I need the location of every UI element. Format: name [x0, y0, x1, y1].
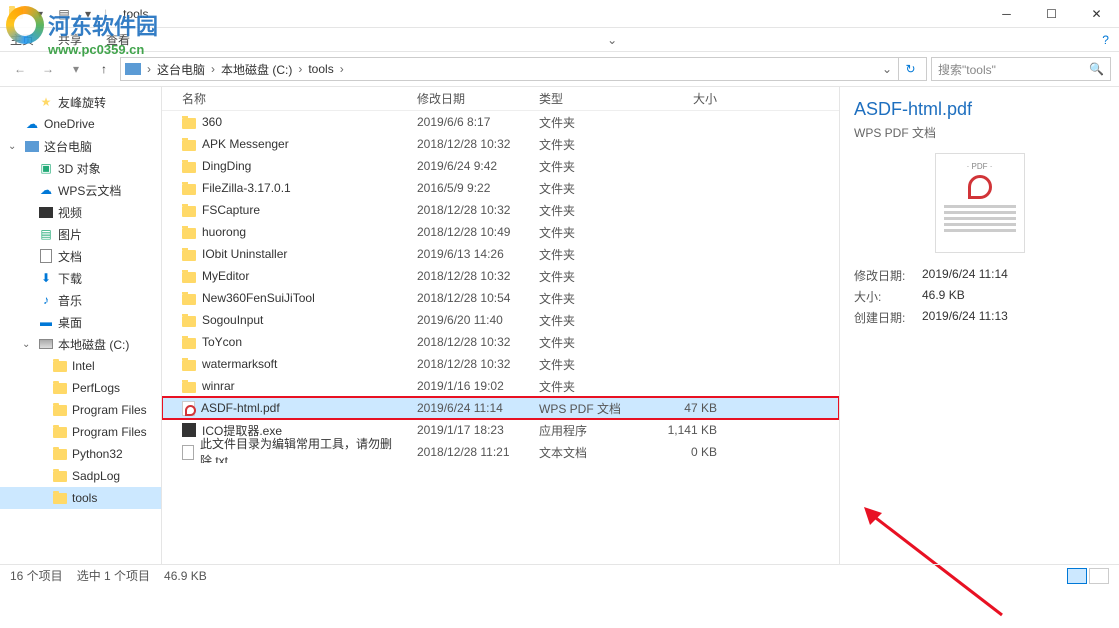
file-row[interactable]: New360FenSuiJiTool2018/12/28 10:54文件夹 — [162, 287, 839, 309]
selection-size: 46.9 KB — [164, 569, 207, 583]
sidebar-item-PerfLogs[interactable]: PerfLogs — [0, 377, 161, 399]
selected-count: 选中 1 个项目 — [77, 567, 150, 584]
status-bar: 16 个项目 选中 1 个项目 46.9 KB — [0, 564, 1119, 586]
sidebar-item-Python32[interactable]: Python32 — [0, 443, 161, 465]
tab-view[interactable]: 查看 — [104, 27, 132, 52]
file-row[interactable]: huorong2018/12/28 10:49文件夹 — [162, 221, 839, 243]
expand-icon[interactable]: ▾ — [32, 6, 48, 22]
back-button[interactable]: ← — [8, 57, 32, 81]
details-view-button[interactable] — [1067, 568, 1087, 584]
close-button[interactable]: ✕ — [1074, 0, 1119, 28]
file-row[interactable]: MyEditor2018/12/28 10:32文件夹 — [162, 265, 839, 287]
sidebar-item-文档[interactable]: 文档 — [0, 245, 161, 267]
column-size[interactable]: 大小 — [657, 90, 727, 107]
file-list: 名称 修改日期 类型 大小 3602019/6/6 8:17文件夹APK Mes… — [162, 87, 839, 564]
search-input[interactable]: 搜索"tools" 🔍 — [931, 57, 1111, 81]
file-row[interactable]: DingDing2019/6/24 9:42文件夹 — [162, 155, 839, 177]
preview-pane: ASDF-html.pdf WPS PDF 文档 · PDF · 修改日期:20… — [839, 87, 1119, 564]
breadcrumb-item[interactable]: 本地磁盘 (C:) — [221, 61, 292, 78]
sidebar-item-Program Files[interactable]: Program Files — [0, 399, 161, 421]
sidebar-item-音乐[interactable]: ♪音乐 — [0, 289, 161, 311]
ribbon-tabs: 主页 共享 查看 ⌄ ? — [0, 28, 1119, 52]
sidebar-item-友峰旋转[interactable]: ★友峰旋转 — [0, 91, 161, 113]
sidebar-item-视频[interactable]: 视频 — [0, 201, 161, 223]
tab-home[interactable]: 主页 — [8, 27, 36, 52]
search-icon[interactable]: 🔍 — [1089, 62, 1104, 76]
sidebar-item-本地磁盘 (C:)[interactable]: ⌄本地磁盘 (C:) — [0, 333, 161, 355]
titlebar: ▾ ▤ ▾ | tools ─ ☐ ✕ — [0, 0, 1119, 28]
address-row: ← → ▾ ↑ › 这台电脑 › 本地磁盘 (C:) › tools › ⌄ ↻… — [0, 52, 1119, 86]
qat-menu-icon[interactable]: ▾ — [80, 6, 96, 22]
column-type[interactable]: 类型 — [539, 90, 657, 107]
file-row[interactable]: winrar2019/1/16 19:02文件夹 — [162, 375, 839, 397]
ribbon-expand-icon[interactable]: ⌄ — [607, 33, 627, 47]
column-headers: 名称 修改日期 类型 大小 — [162, 87, 839, 111]
column-date[interactable]: 修改日期 — [417, 90, 539, 107]
file-row[interactable]: IObit Uninstaller2019/6/13 14:26文件夹 — [162, 243, 839, 265]
help-icon[interactable]: ? — [1102, 33, 1119, 47]
sidebar-item-桌面[interactable]: ▬桌面 — [0, 311, 161, 333]
tab-share[interactable]: 共享 — [56, 27, 84, 52]
refresh-icon[interactable]: ↻ — [898, 58, 922, 80]
navigation-pane: ★友峰旋转☁OneDrive⌄这台电脑▣3D 对象☁WPS云文档视频▤图片文档⬇… — [0, 87, 162, 564]
preview-title: ASDF-html.pdf — [854, 99, 1105, 120]
sidebar-item-OneDrive[interactable]: ☁OneDrive — [0, 113, 161, 135]
preview-metadata: 修改日期:2019/6/24 11:14大小:46.9 KB创建日期:2019/… — [854, 267, 1105, 326]
file-row[interactable]: 此文件目录为编辑常用工具，请勿删除.txt2018/12/28 11:21文本文… — [162, 441, 839, 463]
item-count: 16 个项目 — [10, 567, 63, 584]
minimize-button[interactable]: ─ — [984, 0, 1029, 28]
sidebar-item-下载[interactable]: ⬇下载 — [0, 267, 161, 289]
file-row[interactable]: FSCapture2018/12/28 10:32文件夹 — [162, 199, 839, 221]
file-row[interactable]: ASDF-html.pdf2019/6/24 11:14WPS PDF 文档47… — [162, 397, 839, 419]
properties-icon[interactable]: ▤ — [56, 6, 72, 22]
file-row[interactable]: ToYcon2018/12/28 10:32文件夹 — [162, 331, 839, 353]
preview-subtitle: WPS PDF 文档 — [854, 124, 1105, 141]
file-row[interactable]: APK Messenger2018/12/28 10:32文件夹 — [162, 133, 839, 155]
sidebar-item-图片[interactable]: ▤图片 — [0, 223, 161, 245]
forward-button[interactable]: → — [36, 57, 60, 81]
maximize-button[interactable]: ☐ — [1029, 0, 1074, 28]
icons-view-button[interactable] — [1089, 568, 1109, 584]
pc-icon — [125, 63, 141, 75]
breadcrumb-item[interactable]: 这台电脑 — [157, 61, 205, 78]
window-title: tools — [115, 7, 984, 21]
folder-icon — [8, 6, 24, 22]
file-row[interactable]: 3602019/6/6 8:17文件夹 — [162, 111, 839, 133]
sidebar-item-这台电脑[interactable]: ⌄这台电脑 — [0, 135, 161, 157]
file-row[interactable]: FileZilla-3.17.0.12016/5/9 9:22文件夹 — [162, 177, 839, 199]
sidebar-item-Intel[interactable]: Intel — [0, 355, 161, 377]
history-dropdown[interactable]: ▾ — [64, 57, 88, 81]
sidebar-item-WPS云文档[interactable]: ☁WPS云文档 — [0, 179, 161, 201]
sidebar-item-SadpLog[interactable]: SadpLog — [0, 465, 161, 487]
sidebar-item-Program Files[interactable]: Program Files — [0, 421, 161, 443]
sidebar-item-3D 对象[interactable]: ▣3D 对象 — [0, 157, 161, 179]
file-row[interactable]: SogouInput2019/6/20 11:40文件夹 — [162, 309, 839, 331]
sidebar-item-tools[interactable]: tools — [0, 487, 161, 509]
preview-thumbnail: · PDF · — [935, 153, 1025, 253]
up-button[interactable]: ↑ — [92, 57, 116, 81]
addr-dropdown-icon[interactable]: ⌄ — [882, 62, 892, 76]
column-name[interactable]: 名称 — [162, 90, 417, 107]
address-bar[interactable]: › 这台电脑 › 本地磁盘 (C:) › tools › ⌄ ↻ — [120, 57, 927, 81]
breadcrumb-item[interactable]: tools — [308, 62, 333, 76]
file-row[interactable]: watermarksoft2018/12/28 10:32文件夹 — [162, 353, 839, 375]
